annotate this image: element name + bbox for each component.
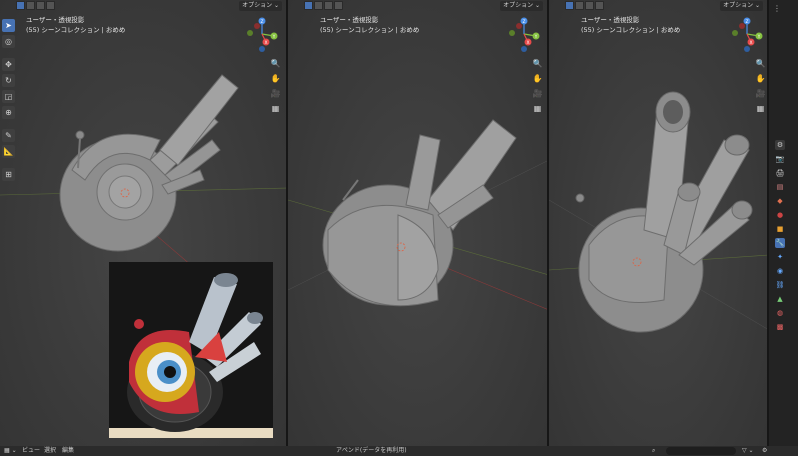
gizmo-y-label: Y xyxy=(272,34,276,40)
cursor-icon[interactable]: ◎ xyxy=(2,35,15,48)
collection-label: (55) シーンコレクション | おめめ xyxy=(581,26,681,34)
transform-icon[interactable]: ⊕ xyxy=(2,106,15,119)
viewport-3[interactable]: オプション ⌄ ユーザー・透視投影 (55) シーンコレクション | おめめ Z… xyxy=(549,0,769,446)
viewport-2-header: オプション ⌄ xyxy=(288,1,547,13)
particles-icon[interactable]: ✦ xyxy=(775,252,785,262)
camera-icon[interactable]: 🎥 xyxy=(270,88,281,99)
world-icon[interactable]: ● xyxy=(775,210,785,220)
properties-tab-strip: ⋮ ⚙ 📷 🖨 ▤ ◆ ● ■ 🔧 ✦ ◉ ⛓ ▲ ◍ ▩ xyxy=(769,0,798,446)
scene-icon[interactable]: ◆ xyxy=(775,196,785,206)
grid-icon[interactable]: ▦ xyxy=(532,103,543,114)
menu-edit[interactable]: 編集 xyxy=(62,446,74,456)
rotate-icon[interactable]: ↻ xyxy=(2,74,15,87)
options-dropdown[interactable]: オプション ⌄ xyxy=(720,1,763,11)
output-icon[interactable]: 🖨 xyxy=(775,168,785,178)
select-extend-button[interactable] xyxy=(575,1,584,10)
measure-icon[interactable]: 📐 xyxy=(2,145,15,158)
gizmo-y-label: Y xyxy=(534,34,538,40)
editor-type-icon[interactable]: ▦ ⌄ xyxy=(4,446,17,456)
viewport-2-scene xyxy=(288,119,547,310)
search-icon[interactable]: ⌕ xyxy=(652,446,655,456)
collection-label: (55) シーンコレクション | おめめ xyxy=(320,26,420,34)
viewport-3-header: オプション ⌄ xyxy=(549,1,767,13)
viewport-nav-buttons: 🔍 ✋ 🎥 ▦ xyxy=(532,58,543,114)
constraints-icon[interactable]: ⛓ xyxy=(775,280,785,290)
select-subtract-button[interactable] xyxy=(585,1,594,10)
viewport-1[interactable]: オプション ⌄ ユーザー・透視投影 (55) シーンコレクション | おめめ ➤… xyxy=(0,0,288,446)
modifier-icon[interactable]: 🔧 xyxy=(775,238,785,248)
hand-icon[interactable]: ✋ xyxy=(755,73,766,84)
gizmo-x-label: X xyxy=(264,40,267,46)
select-invert-button[interactable] xyxy=(334,1,343,10)
select-extend-button[interactable] xyxy=(314,1,323,10)
navigation-gizmo[interactable]: Z Y X xyxy=(506,16,542,52)
selection-mode-group xyxy=(16,1,55,10)
options-dropdown[interactable]: オプション ⌄ xyxy=(500,1,543,11)
viewport-info: ユーザー・透視投影 (55) シーンコレクション | おめめ xyxy=(26,15,125,35)
select-subtract-button[interactable] xyxy=(324,1,333,10)
editor-type-icon[interactable]: ⋮ xyxy=(773,4,781,13)
select-invert-button[interactable] xyxy=(595,1,604,10)
menu-select[interactable]: 選択 xyxy=(44,446,56,456)
viewport-3-scene xyxy=(549,91,767,333)
reference-image xyxy=(109,262,273,438)
selection-mode-group xyxy=(304,1,343,10)
gizmo-z-label: Z xyxy=(745,19,748,25)
physics-icon[interactable]: ◉ xyxy=(775,266,785,276)
navigation-gizmo[interactable]: Z Y X xyxy=(244,16,280,52)
view-projection-label: ユーザー・透視投影 xyxy=(26,16,85,24)
navigation-gizmo[interactable]: Z Y X xyxy=(729,16,765,52)
hand-icon[interactable]: ✋ xyxy=(532,73,543,84)
viewport-2[interactable]: オプション ⌄ ユーザー・透視投影 (55) シーンコレクション | おめめ Z… xyxy=(288,0,549,446)
object-icon[interactable]: ■ xyxy=(775,224,785,234)
add-cube-icon[interactable]: ⊞ xyxy=(2,168,15,181)
search-input[interactable] xyxy=(666,447,736,455)
view-projection-label: ユーザー・透視投影 xyxy=(581,16,640,24)
select-invert-button[interactable] xyxy=(46,1,55,10)
gizmo-x-label: X xyxy=(526,40,529,46)
menu-view[interactable]: ビュー xyxy=(22,446,40,456)
viewport-info: ユーザー・透視投影 (55) シーンコレクション | おめめ xyxy=(581,15,680,35)
filter-icon[interactable]: ▽ ⌄ xyxy=(742,446,754,456)
scale-icon[interactable]: ◲ xyxy=(2,90,15,103)
viewport-info: ユーザー・透視投影 (55) シーンコレクション | おめめ xyxy=(320,15,419,35)
gear-icon[interactable]: ⚙ xyxy=(762,446,767,456)
data-icon[interactable]: ▲ xyxy=(775,294,785,304)
select-box-icon[interactable]: ➤ xyxy=(2,19,15,32)
select-extend-button[interactable] xyxy=(26,1,35,10)
collection-label: (55) シーンコレクション | おめめ xyxy=(26,26,126,34)
gizmo-z-label: Z xyxy=(522,19,525,25)
selection-mode-group xyxy=(565,1,604,10)
view-projection-label: ユーザー・透視投影 xyxy=(320,16,379,24)
bottom-header: ▦ ⌄ ビュー 選択 編集 アペンド(データを再利用) ⌕ ▽ ⌄ ⚙ xyxy=(0,446,798,456)
camera-icon[interactable]: 🎥 xyxy=(532,88,543,99)
render-icon[interactable]: 📷 xyxy=(775,154,785,164)
material-icon[interactable]: ◍ xyxy=(775,308,785,318)
gizmo-y-label: Y xyxy=(757,34,761,40)
viewport-nav-buttons: 🔍 ✋ 🎥 ▦ xyxy=(755,58,766,114)
hand-icon[interactable]: ✋ xyxy=(270,73,281,84)
viewport-1-header: オプション ⌄ xyxy=(0,1,286,13)
camera-icon[interactable]: 🎥 xyxy=(755,88,766,99)
viewport-nav-buttons: 🔍 ✋ 🎥 ▦ xyxy=(270,58,281,114)
zoom-icon[interactable]: 🔍 xyxy=(755,58,766,69)
options-dropdown[interactable]: オプション ⌄ xyxy=(239,1,282,11)
grid-icon[interactable]: ▦ xyxy=(270,103,281,114)
move-icon[interactable]: ✥ xyxy=(2,58,15,71)
zoom-icon[interactable]: 🔍 xyxy=(270,58,281,69)
grid-icon[interactable]: ▦ xyxy=(755,103,766,114)
tool-shelf: ➤ ◎ ✥ ↻ ◲ ⊕ ✎ 📐 ⊞ xyxy=(2,19,15,181)
select-subtract-button[interactable] xyxy=(36,1,45,10)
tool-settings-icon[interactable]: ⚙ xyxy=(775,140,785,150)
append-dropdown[interactable]: アペンド(データを再利用) xyxy=(336,446,407,456)
gizmo-z-label: Z xyxy=(260,19,263,25)
view-layer-icon[interactable]: ▤ xyxy=(775,182,785,192)
gizmo-x-label: X xyxy=(749,40,752,46)
zoom-icon[interactable]: 🔍 xyxy=(532,58,543,69)
annotate-icon[interactable]: ✎ xyxy=(2,129,15,142)
select-new-button[interactable] xyxy=(304,1,313,10)
select-new-button[interactable] xyxy=(565,1,574,10)
select-new-button[interactable] xyxy=(16,1,25,10)
texture-icon[interactable]: ▩ xyxy=(775,322,785,332)
